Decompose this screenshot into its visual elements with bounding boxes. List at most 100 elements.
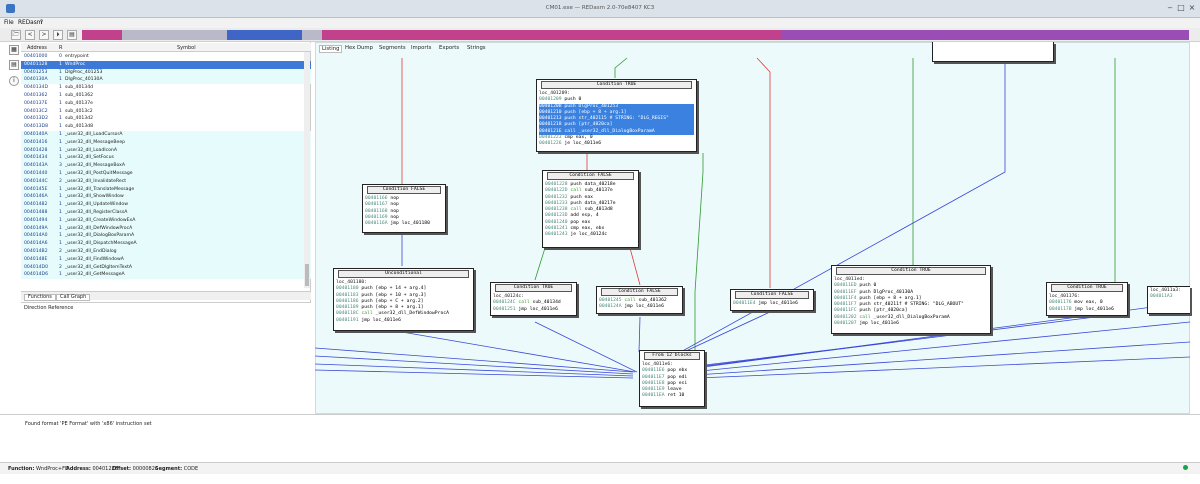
symbols-scrollbar[interactable]	[304, 52, 310, 288]
symbol-refs: 1	[59, 171, 62, 176]
graph-node[interactable]: loc_4011a3: 004011A3	[1147, 286, 1190, 314]
symbol-row[interactable]: 00401440 1 _user32_dll_PostQuitMessage	[21, 170, 311, 178]
tab-call-graph[interactable]: Call Graph	[56, 293, 91, 301]
instruction-line[interactable]: 00401207 jmp loc_4011e6	[834, 321, 988, 327]
symbol-name: _user32_dll_MessageBoxA	[65, 163, 126, 169]
instruction-line[interactable]: 00401243 je loc_40124c	[545, 232, 636, 238]
symbol-refs: 1	[59, 186, 62, 192]
instruction-line[interactable]: 0040117B jmp loc_4011e6	[1049, 307, 1125, 313]
maximize-icon[interactable]: □	[1177, 4, 1185, 12]
instruction-line[interactable]: 00401251 jmp loc_4011e6	[493, 307, 574, 313]
symbol-row[interactable]: 004014B2 2 _user32_dll_EndDialog	[21, 248, 311, 256]
symbol-row[interactable]: 0040143A 3 _user32_dll_MessageBoxA	[21, 162, 311, 170]
minimize-icon[interactable]: ‒	[1166, 4, 1174, 12]
scroll-thumb[interactable]	[305, 264, 309, 286]
graph-node[interactable]: Condition TRUE loc_40124c: 0040124C call s…	[490, 282, 577, 316]
symbol-address: 004013D2	[24, 116, 48, 122]
symbol-row[interactable]: 004014A6 1 _user32_dll_DispatchMessageA	[21, 240, 311, 248]
symbol-row[interactable]: 00401000 0 entrypoint	[21, 53, 311, 61]
close-icon[interactable]: ×	[1188, 4, 1196, 12]
symbol-name: _user32_dll_GetMessageA	[65, 272, 125, 278]
instruction-address: 004011FC	[834, 308, 857, 314]
symbol-row[interactable]: 0040140A 1 _user32_dll_LoadCursorA	[21, 131, 311, 139]
symbol-row[interactable]: 00401128 1 WndProc	[21, 60, 311, 69]
segments-side-icon[interactable]: ▦	[9, 45, 19, 55]
symbol-row[interactable]: 004014D6 1 _user32_dll_GetMessageA	[21, 271, 311, 280]
instruction-line[interactable]: 004011A3	[1150, 294, 1188, 300]
symbol-name: sub_4013d8	[65, 124, 94, 130]
header-symbol[interactable]: Symbol	[177, 45, 196, 51]
menu-help[interactable]: ?	[40, 20, 43, 26]
symbol-row[interactable]: 00401488 1 _user32_dll_RegisterClassA	[21, 209, 311, 217]
graph-node[interactable]: Condition TRUE loc_4011ed: 004011ED push 0…	[831, 265, 991, 334]
symbol-row[interactable]: 004013D8 1 sub_4013d8	[21, 123, 311, 131]
graph-node[interactable]: Condition FALSE 00401245 call sub_401362 0…	[596, 286, 683, 314]
symbol-row[interactable]: 0040148E 1 _user32_dll_FindWindowA	[21, 255, 311, 264]
graph-node[interactable]: Condition FALSE 004011E4 jmp loc_4011e6	[730, 289, 814, 311]
instruction-address: 004011E6	[642, 368, 665, 374]
symbol-row[interactable]: 00401253 1 DlgProc_401253	[21, 68, 311, 77]
tab-imports[interactable]: Imports	[411, 45, 431, 51]
graph-node[interactable]: Condition TRUE loc_401176: 00401176 mov ea…	[1046, 282, 1128, 316]
instruction-address: 0040124C	[493, 300, 516, 306]
goto-icon[interactable]: ⏵	[53, 30, 63, 40]
instruction-address: 00401169	[365, 214, 388, 220]
symbol-row[interactable]: 00401416 1 _user32_dll_MessageBeep	[21, 138, 311, 147]
instruction-operands: eax	[584, 194, 593, 200]
header-r[interactable]: R	[59, 45, 62, 51]
graph-node[interactable]: From 12 blocks loc_4011e6: 004011E6 pop eb…	[639, 350, 705, 407]
output-message: Found format 'PE Format' with 'x86' inst…	[25, 421, 152, 427]
tab-strings[interactable]: Strings	[467, 45, 486, 51]
symbol-row[interactable]: 00401494 1 _user32_dll_CreateWindowExA	[21, 216, 311, 225]
back-icon[interactable]: <	[25, 30, 35, 40]
symbol-row[interactable]: 00401434 1 _user32_dll_SetFocus	[21, 154, 311, 163]
title-bar: CM01.exe — REDasm 2.0-70e8407 KC3 ‒ □ ×	[0, 0, 1200, 18]
symbol-row[interactable]: 0040134D 1 sub_40134d	[21, 84, 311, 92]
list-side-icon[interactable]: ▤	[9, 60, 19, 70]
symbol-row[interactable]: 004013C2 1 sub_4013c2	[21, 108, 311, 116]
instruction-line[interactable]: 00401191 jmp loc_4011e6	[336, 318, 471, 324]
instruction-line[interactable]: 0040124A jmp loc_4011e6	[599, 304, 680, 310]
graph-node[interactable]: Condition FALSE 00401228 push data_40218e…	[542, 170, 639, 248]
node-title: Condition FALSE	[735, 291, 809, 299]
tab-hex-dump[interactable]: Hex Dump	[345, 45, 373, 51]
symbol-row[interactable]: 00401362 1 sub_401362	[21, 92, 311, 100]
tab-functions[interactable]: Functions	[24, 293, 56, 301]
symbol-row[interactable]: 004014D0 2 _user32_dll_GetDlgItemTextA	[21, 263, 311, 272]
symbol-row[interactable]: 0040146A 1 _user32_dll_ShowWindow	[21, 193, 311, 202]
symbol-row[interactable]: 0040145E 1 _user32_dll_TranslateMessage	[21, 185, 311, 194]
menu-file[interactable]: File	[4, 20, 14, 26]
symbol-row[interactable]: 00401482 1 _user32_dll_UpdateWindow	[21, 201, 311, 209]
graph-node[interactable]: Unconditional loc_401180: 00401180 push [e…	[333, 268, 474, 331]
instruction-line[interactable]: 004011EA ret 10	[642, 393, 702, 399]
instruction-mnemonic: ret	[667, 393, 676, 399]
menu-redasm[interactable]: REDasm	[18, 20, 42, 26]
symbol-row[interactable]: 0040137E 1 sub_40137e	[21, 100, 311, 108]
instruction-line[interactable]: 004011E4 jmp loc_4011e6	[733, 301, 811, 307]
segment-strip[interactable]	[82, 30, 1189, 40]
symbol-refs: 1	[59, 155, 62, 161]
graph-node[interactable]: Condition TRUE loc_401209: 00401209 push 0…	[536, 79, 697, 152]
tab-exports[interactable]: Exports	[439, 45, 459, 51]
header-address[interactable]: Address	[27, 45, 47, 51]
symbol-row[interactable]: 00401428 1 _user32_dll_LoadIconA	[21, 146, 311, 155]
instruction-line[interactable]: 00401226 je loc_4011e6	[539, 141, 694, 147]
info-icon[interactable]: i	[9, 76, 19, 86]
graph-node-partial[interactable]	[932, 42, 1054, 62]
forward-icon[interactable]: >	[39, 30, 49, 40]
symbol-row[interactable]: 0040130A 1 DlgProc_40130A	[21, 76, 311, 85]
symbol-row[interactable]: 004014A0 1 _user32_dll_DialogBoxParamA	[21, 232, 311, 241]
open-icon[interactable]: 🗁	[11, 30, 21, 40]
instruction-address: 004011EF	[834, 289, 857, 295]
symbol-address: 004013D8	[24, 124, 48, 130]
instruction-operands: sub_401362	[638, 298, 667, 303]
symbol-name: _user32_dll_SetFocus	[65, 155, 114, 161]
graph-node[interactable]: Condition FALSE 00401166 nop 00401167 nop…	[362, 184, 446, 233]
tab-segments[interactable]: Segments	[379, 45, 406, 51]
symbol-address: 0040137E	[24, 100, 48, 106]
instruction-line[interactable]: 0040116A jmp loc_401180	[365, 221, 443, 227]
symbol-row[interactable]: 0040144C 2 _user32_dll_InvalidateRect	[21, 177, 311, 186]
document-icon[interactable]: ▤	[67, 30, 77, 40]
symbol-row[interactable]: 0040149A 1 _user32_dll_DefWindowProcA	[21, 224, 311, 233]
symbol-row[interactable]: 004013D2 1 sub_4013d2	[21, 115, 311, 123]
